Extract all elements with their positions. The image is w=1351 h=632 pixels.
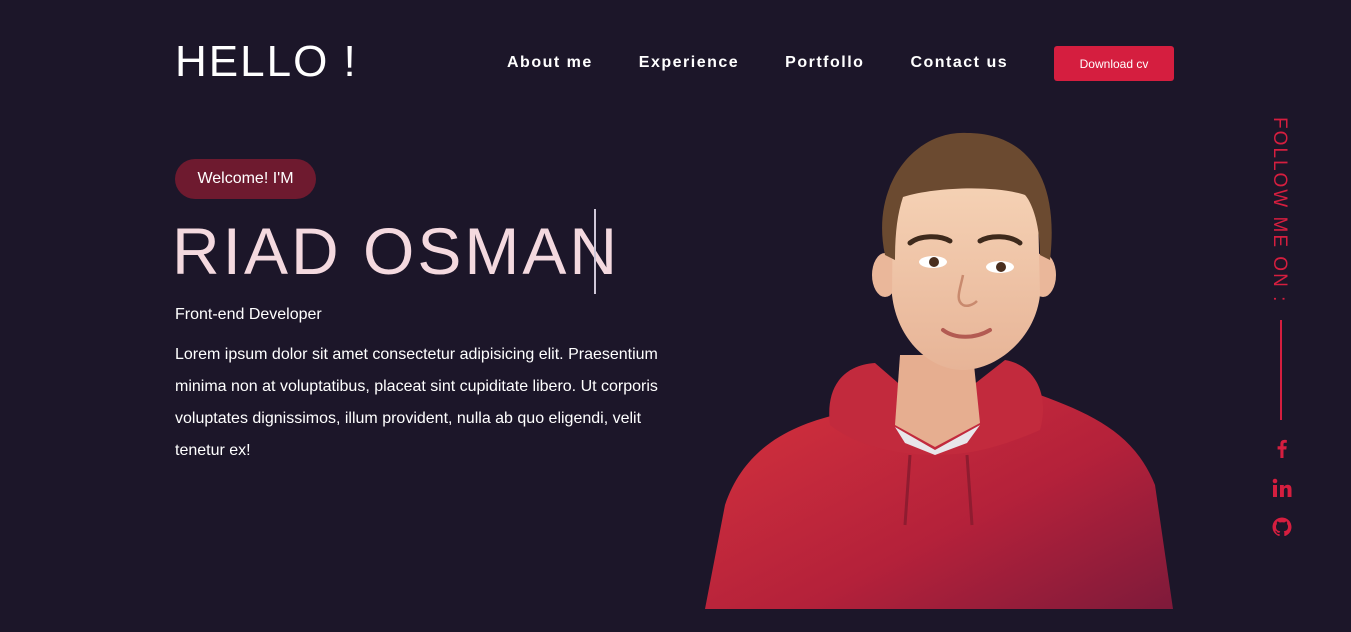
hero-role: Front-end Developer bbox=[175, 306, 322, 323]
github-icon[interactable] bbox=[1271, 516, 1293, 538]
hero-name: RIAD OSMAN bbox=[172, 214, 621, 288]
follow-divider bbox=[1280, 320, 1282, 420]
linkedin-icon[interactable] bbox=[1271, 477, 1293, 499]
facebook-icon[interactable] bbox=[1271, 437, 1293, 459]
follow-me-label: FOLLOW ME ON : bbox=[1269, 117, 1290, 304]
main-nav: About me Experience Portfollo Contact us bbox=[507, 54, 1054, 72]
nav-portfolio[interactable]: Portfollo bbox=[785, 54, 864, 72]
nav-contact-us[interactable]: Contact us bbox=[910, 54, 1008, 72]
typing-caret bbox=[594, 209, 596, 294]
logo: HELLO ! bbox=[175, 37, 358, 86]
welcome-badge: Welcome! I'M bbox=[175, 159, 316, 199]
nav-experience[interactable]: Experience bbox=[639, 54, 739, 72]
download-cv-button[interactable]: Download cv bbox=[1054, 46, 1174, 81]
page: HELLO ! About me Experience Portfollo Co… bbox=[0, 0, 1351, 632]
hero-bio: Lorem ipsum dolor sit amet consectetur a… bbox=[175, 346, 658, 459]
portrait-illustration bbox=[705, 132, 1173, 609]
nav-about-me[interactable]: About me bbox=[507, 54, 593, 72]
